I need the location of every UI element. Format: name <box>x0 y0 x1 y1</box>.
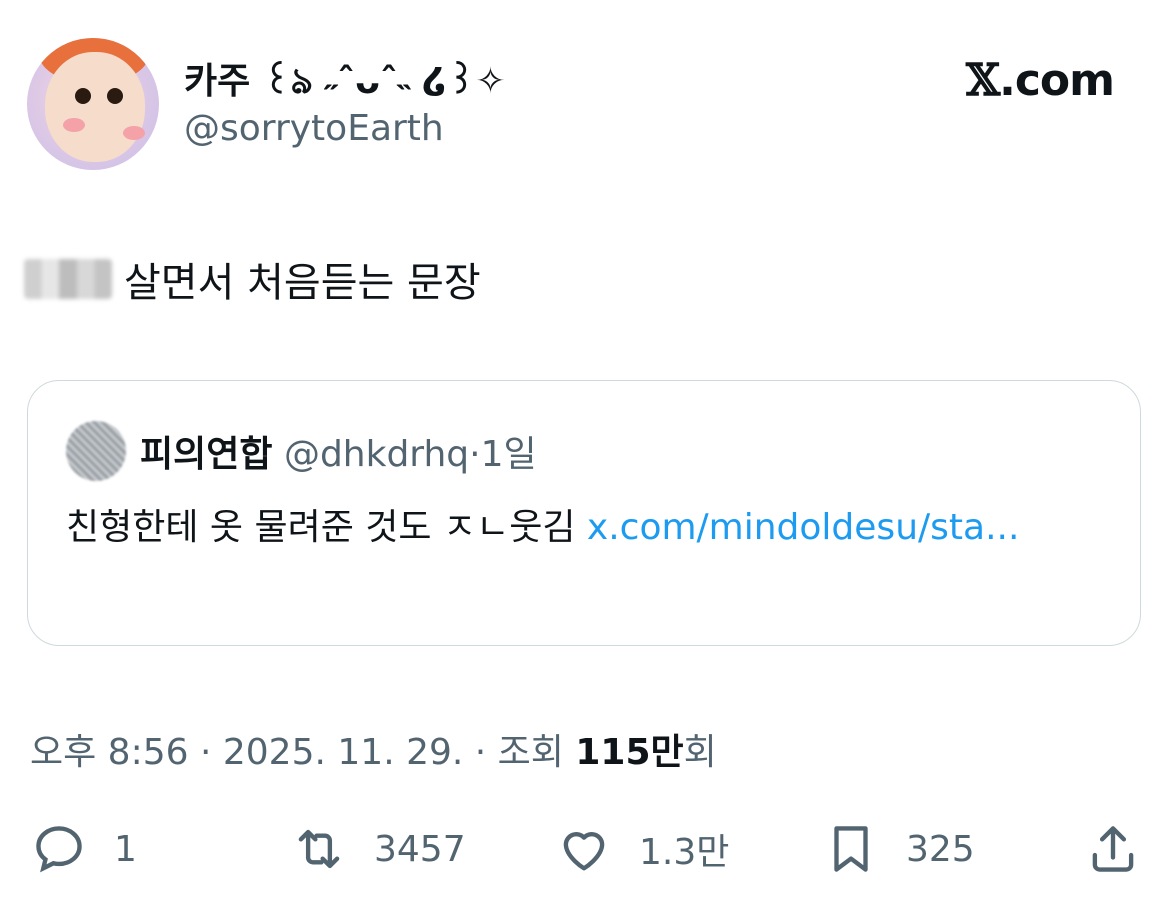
repost-count: 3457 <box>374 828 466 870</box>
repost-button[interactable]: 3457 <box>290 820 466 878</box>
quote-time[interactable]: 1일 <box>481 434 537 475</box>
author-handle[interactable]: @sorrytoEarth <box>184 108 444 149</box>
quote-text: 친형한테 옷 물려준 것도 ㅈㄴ웃김 x.com/mindoldesu/sta.… <box>66 499 1096 557</box>
reply-icon <box>36 826 82 873</box>
quote-header: 피의연합 @dhkdrhq·1일 <box>140 425 537 477</box>
quote-author-handle[interactable]: @dhkdrhq <box>284 434 469 475</box>
author-avatar[interactable] <box>27 38 159 170</box>
meta-separator: · <box>463 732 498 773</box>
heart-icon <box>563 832 605 871</box>
blurred-text <box>24 259 112 299</box>
share-icon <box>1092 826 1134 872</box>
action-bar: 1 3457 1.3만 325 <box>0 820 1170 884</box>
tweet-date[interactable]: 2025. 11. 29. <box>223 732 463 773</box>
quote-author-name[interactable]: 피의연합 <box>140 434 272 475</box>
reply-count: 1 <box>114 828 137 870</box>
quote-avatar[interactable] <box>66 421 126 481</box>
bookmark-icon <box>834 826 868 872</box>
like-count: 1.3만 <box>639 832 730 873</box>
avatar-cheek <box>123 126 145 140</box>
bookmark-button[interactable]: 325 <box>822 820 975 878</box>
avatar-face <box>45 52 145 162</box>
repost-icon <box>298 829 340 869</box>
x-logo: 𝕏.com <box>965 55 1115 106</box>
x-logo-icon: 𝕏 <box>965 55 1000 106</box>
author-display-name[interactable]: 카주 ꒰ঌ ˶ˆᴗˆ˵ ໒꒱✧ <box>184 52 506 114</box>
tweet-text-content: 살면서 처음듣는 문장 <box>124 260 481 306</box>
meta-separator: · <box>188 732 223 773</box>
reply-button[interactable]: 1 <box>30 820 137 878</box>
views-count: 115만 <box>575 732 684 773</box>
share-button[interactable] <box>1084 820 1142 878</box>
avatar-eye <box>75 88 91 104</box>
avatar-eye <box>107 88 123 104</box>
tweet-meta: 오후 8:56 · 2025. 11. 29. · 조회 115만회 <box>30 723 717 775</box>
quote-separator: · <box>469 434 481 475</box>
views-suffix: 회 <box>683 732 717 773</box>
tweet-time[interactable]: 오후 8:56 <box>30 732 189 773</box>
avatar-cheek <box>63 118 85 132</box>
bookmark-count: 325 <box>906 828 975 870</box>
quote-text-content: 친형한테 옷 물려준 것도 ㅈㄴ웃김 <box>66 507 587 548</box>
quote-link[interactable]: x.com/mindoldesu/sta... <box>587 507 1020 548</box>
tweet-text: 살면서 처음듣는 문장 <box>24 250 481 308</box>
views-label: 조회 <box>497 732 576 773</box>
quoted-tweet[interactable]: 피의연합 @dhkdrhq·1일 친형한테 옷 물려준 것도 ㅈㄴ웃김 x.co… <box>27 380 1141 646</box>
like-button[interactable]: 1.3만 <box>555 820 729 878</box>
